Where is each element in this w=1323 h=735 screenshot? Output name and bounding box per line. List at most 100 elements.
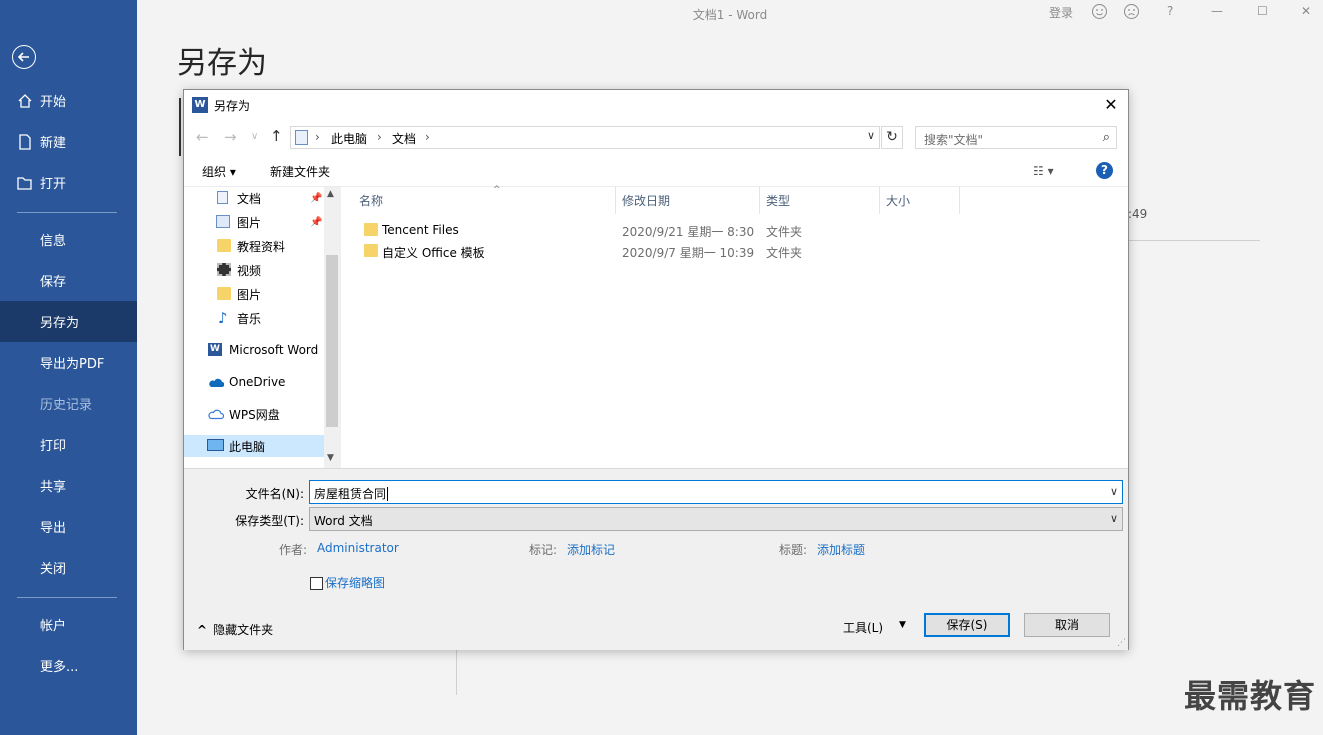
back-icon[interactable]: ← bbox=[196, 128, 209, 146]
sidebar-item-label: 共享 bbox=[40, 480, 67, 495]
sidebar-item-info[interactable]: 信息 bbox=[0, 219, 137, 260]
breadcrumb-this-pc[interactable]: 此电脑 bbox=[331, 130, 367, 147]
sidebar-item-label: 保存 bbox=[40, 275, 67, 290]
nav-item-videos[interactable]: 视频 bbox=[184, 259, 324, 281]
sidebar-item-label: 打印 bbox=[40, 439, 67, 454]
recent-locations-icon[interactable]: ∨ bbox=[251, 131, 258, 142]
nav-item-documents[interactable]: 文档 📌 bbox=[184, 187, 324, 209]
sidebar-item-home[interactable]: 开始 bbox=[0, 80, 137, 121]
filename-value: 房屋租赁合同 bbox=[314, 487, 387, 501]
nav-item-microsoft-word[interactable]: W Microsoft Word bbox=[184, 339, 324, 361]
folder-icon bbox=[217, 239, 231, 252]
nav-item-label: OneDrive bbox=[229, 375, 286, 389]
table-row[interactable]: Tencent Files 2020/9/21 星期一 8:30 文件夹 bbox=[341, 220, 1128, 241]
wps-cloud-icon bbox=[208, 409, 224, 420]
sidebar-item-export-pdf[interactable]: 导出为PDF bbox=[0, 342, 137, 383]
window-close-icon[interactable]: ✕ bbox=[1301, 4, 1311, 18]
breadcrumb-separator: › bbox=[315, 130, 320, 144]
dialog-title: 另存为 bbox=[214, 99, 251, 113]
this-pc-icon bbox=[295, 130, 308, 145]
scroll-up-icon[interactable]: ▲ bbox=[327, 189, 334, 199]
filetype-value: Word 文档 bbox=[314, 514, 373, 528]
breadcrumb-separator: › bbox=[425, 130, 430, 144]
sidebar-item-account[interactable]: 帐户 bbox=[0, 604, 137, 645]
nav-item-wps-cloud[interactable]: WPS网盘 bbox=[184, 403, 324, 425]
sidebar-item-share[interactable]: 共享 bbox=[0, 465, 137, 506]
sidebar-item-save-as[interactable]: 另存为 bbox=[0, 301, 137, 342]
music-icon: ♪ bbox=[218, 309, 228, 327]
save-thumbnail-checkbox[interactable] bbox=[310, 577, 323, 590]
title-field[interactable]: 添加标题 bbox=[817, 541, 865, 558]
tools-dropdown-icon[interactable]: ▼ bbox=[899, 620, 906, 630]
chevron-down-icon[interactable]: ∨ bbox=[1110, 485, 1118, 498]
table-row[interactable]: 自定义 Office 模板 2020/9/7 星期一 10:39 文件夹 bbox=[341, 241, 1128, 262]
help-icon[interactable]: ? bbox=[1167, 4, 1173, 18]
sidebar-item-save[interactable]: 保存 bbox=[0, 260, 137, 301]
column-date-modified[interactable]: 修改日期 bbox=[616, 187, 760, 214]
nav-item-label: 视频 bbox=[237, 263, 262, 278]
sidebar-item-print[interactable]: 打印 bbox=[0, 424, 137, 465]
frown-feedback-icon[interactable] bbox=[1123, 3, 1140, 23]
nav-item-onedrive[interactable]: OneDrive bbox=[184, 371, 324, 393]
watermark: 最需教育 bbox=[1183, 677, 1316, 715]
videos-icon bbox=[217, 263, 231, 276]
column-label: 修改日期 bbox=[622, 194, 671, 208]
minimize-icon[interactable]: — bbox=[1211, 4, 1223, 18]
forward-icon[interactable]: → bbox=[224, 128, 237, 146]
filename-input[interactable]: 房屋租赁合同 ∨ bbox=[309, 480, 1123, 504]
nav-item-this-pc[interactable]: 此电脑 bbox=[184, 435, 324, 457]
pictures-icon bbox=[216, 215, 230, 228]
filetype-select[interactable]: Word 文档 ∨ bbox=[309, 507, 1123, 531]
nav-item-label: 音乐 bbox=[237, 311, 262, 326]
cancel-button[interactable]: 取消 bbox=[1024, 613, 1110, 637]
save-thumbnail-label[interactable]: 保存缩略图 bbox=[325, 574, 385, 591]
navigation-pane: 文档 📌 图片 📌 教程资料 视频 图片 ♪ 音乐 W Microsoft Wo… bbox=[184, 187, 340, 468]
smile-feedback-icon[interactable] bbox=[1091, 3, 1108, 23]
save-button[interactable]: 保存(S) bbox=[924, 613, 1010, 637]
nav-item-pictures[interactable]: 图片 📌 bbox=[184, 211, 324, 233]
maximize-icon[interactable]: ☐ bbox=[1257, 4, 1268, 18]
column-type[interactable]: 类型 bbox=[760, 187, 880, 214]
dialog-titlebar[interactable]: W 另存为 ✕ bbox=[184, 90, 1128, 120]
address-dropdown-icon[interactable]: ∨ bbox=[867, 129, 875, 142]
up-icon[interactable]: ↑ bbox=[270, 127, 283, 145]
nav-item-label: 图片 bbox=[237, 215, 262, 230]
this-pc-icon bbox=[207, 439, 224, 451]
dialog-help-icon[interactable]: ? bbox=[1096, 162, 1113, 179]
dialog-close-icon[interactable]: ✕ bbox=[1102, 96, 1120, 114]
login-link[interactable]: 登录 bbox=[1049, 4, 1073, 21]
address-bar[interactable]: › 此电脑 › 文档 › ∨ bbox=[290, 126, 880, 149]
sidebar-item-close[interactable]: 关闭 bbox=[0, 547, 137, 588]
view-options-icon[interactable]: ☷ ▾ bbox=[1033, 164, 1054, 178]
column-name[interactable]: 名称 ^ bbox=[353, 185, 616, 214]
file-date: 2020/9/7 星期一 10:39 bbox=[622, 246, 755, 260]
resize-grip-icon[interactable]: ⋰ bbox=[1117, 638, 1126, 648]
address-bar-row: ← → ∨ ↑ › 此电脑 › 文档 › ∨ ↻ 搜索"文档" ⌕ bbox=[184, 120, 1128, 154]
nav-item-pictures-folder[interactable]: 图片 bbox=[184, 283, 324, 305]
sidebar-item-history[interactable]: 历史记录 bbox=[0, 383, 137, 424]
scrollbar-thumb[interactable] bbox=[326, 255, 338, 427]
sidebar-item-more[interactable]: 更多... bbox=[0, 645, 137, 686]
sidebar-item-open[interactable]: 打开 bbox=[0, 162, 137, 203]
file-list: 名称 ^ 修改日期 类型 大小 Tencent Files 2020/9/21 … bbox=[341, 185, 1128, 468]
refresh-icon[interactable]: ↻ bbox=[881, 126, 903, 149]
nav-scrollbar[interactable]: ▲ ▼ bbox=[324, 187, 340, 468]
sidebar-item-export[interactable]: 导出 bbox=[0, 506, 137, 547]
column-size[interactable]: 大小 bbox=[880, 187, 960, 214]
tools-button[interactable]: 工具(L) bbox=[843, 619, 883, 636]
back-arrow-icon[interactable] bbox=[12, 45, 36, 69]
author-label: 作者: bbox=[279, 543, 308, 557]
search-input[interactable]: 搜索"文档" ⌕ bbox=[915, 126, 1117, 149]
hide-folders-toggle[interactable]: ^ 隐藏文件夹 bbox=[197, 621, 273, 638]
new-folder-button[interactable]: 新建文件夹 bbox=[270, 163, 330, 180]
breadcrumb-documents[interactable]: 文档 bbox=[392, 130, 416, 147]
document-title: 文档1 - Word bbox=[692, 8, 768, 22]
tags-field[interactable]: 添加标记 bbox=[567, 541, 615, 558]
nav-item-tutorial-folder[interactable]: 教程资料 bbox=[184, 235, 324, 257]
sidebar-item-new[interactable]: 新建 bbox=[0, 121, 137, 162]
organize-button[interactable]: 组织 ▾ bbox=[202, 163, 236, 180]
nav-item-music[interactable]: ♪ 音乐 bbox=[184, 307, 324, 329]
home-icon bbox=[18, 94, 32, 108]
scroll-down-icon[interactable]: ▼ bbox=[327, 453, 334, 463]
author-field[interactable]: Administrator bbox=[317, 541, 399, 555]
